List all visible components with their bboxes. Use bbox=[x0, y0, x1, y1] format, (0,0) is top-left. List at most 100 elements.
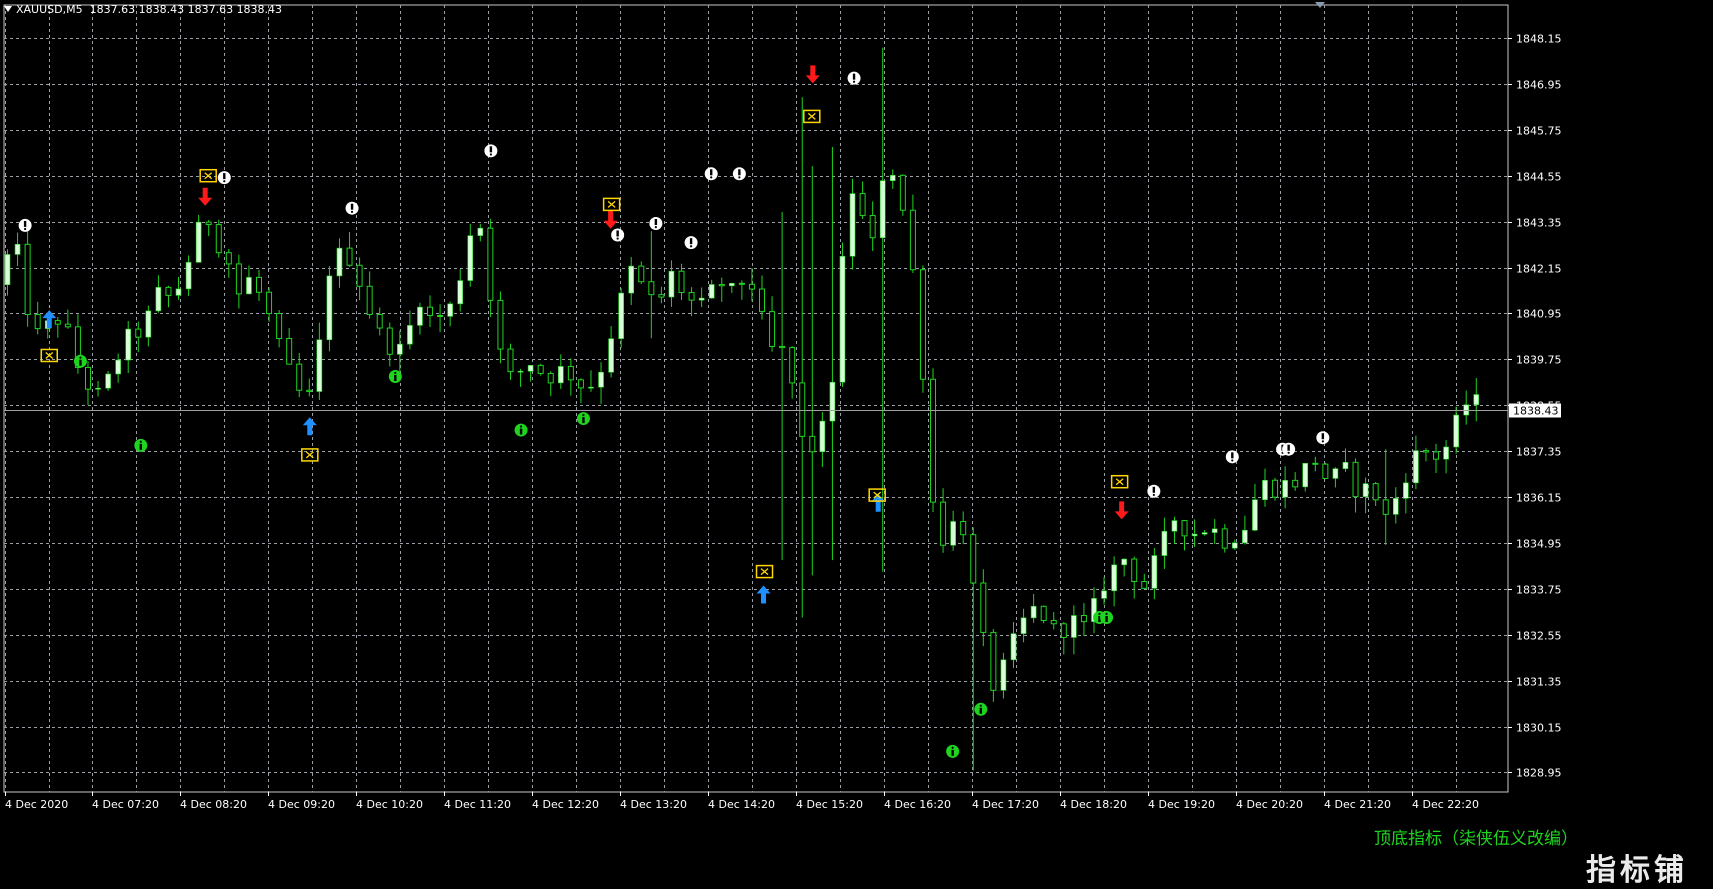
signal-markers bbox=[18, 65, 1330, 758]
candle-body-bull bbox=[175, 288, 182, 296]
price-tick-label: 1848.15 bbox=[1516, 33, 1562, 46]
time-tick-label: 4 Dec 09:20 bbox=[268, 798, 335, 811]
bottom-marker-icon bbox=[388, 370, 402, 384]
candle-body-bull bbox=[457, 280, 464, 305]
chart-window[interactable]: 1848.15 1846.95 1845.75 1844.55 1843.35 1842.… bbox=[0, 0, 1713, 888]
time-tick-label: 4 Dec 11:20 bbox=[444, 798, 511, 811]
signal-box-icon bbox=[199, 168, 217, 183]
candle-body-bull bbox=[467, 235, 474, 281]
price-tick-label: 1831.35 bbox=[1516, 676, 1562, 689]
chart-title: XAUUSD,M5 1837.63 1838.43 1837.63 1838.4… bbox=[4, 2, 282, 18]
candle-body-bear bbox=[960, 520, 967, 536]
bottom-marker-icon bbox=[134, 438, 148, 452]
candle-body-bull bbox=[588, 386, 594, 389]
price-tick-label: 1843.35 bbox=[1516, 217, 1562, 230]
price-tick-label: 1840.95 bbox=[1516, 308, 1562, 321]
candle-body-bull bbox=[1362, 483, 1369, 497]
bottom-marker-icon bbox=[1100, 610, 1114, 624]
symbol-label: XAUUSD,M5 bbox=[16, 3, 83, 16]
top-marker-icon bbox=[217, 171, 231, 185]
time-tick-label: 4 Dec 2020 bbox=[5, 798, 68, 811]
candle-body-bear bbox=[809, 435, 816, 453]
candle-body-bear bbox=[769, 311, 776, 347]
candle-body-bear bbox=[759, 288, 765, 313]
candle-body-bull bbox=[95, 387, 101, 390]
signal-box-icon bbox=[1110, 474, 1129, 489]
signal-box-icon bbox=[755, 564, 774, 579]
candle-body-bull bbox=[618, 292, 624, 339]
candle-body-bear bbox=[799, 382, 806, 437]
candle-body-bear bbox=[899, 174, 906, 211]
bottom-marker-icon bbox=[576, 412, 590, 426]
candle-body-bear bbox=[296, 363, 303, 391]
price-tick-label: 1834.95 bbox=[1516, 538, 1562, 551]
candle-body-bear bbox=[386, 327, 393, 355]
top-marker-icon bbox=[1282, 442, 1296, 456]
price-tick-label: 1842.15 bbox=[1516, 263, 1562, 276]
top-marker-icon bbox=[649, 217, 663, 231]
dropdown-triangle-icon[interactable] bbox=[4, 6, 12, 12]
price-chart[interactable]: 1848.15 1846.95 1845.75 1844.55 1843.35 1842.… bbox=[0, 0, 1713, 888]
candle-body-bear bbox=[567, 365, 574, 381]
top-marker-icon bbox=[484, 144, 498, 158]
candle-body-bull bbox=[1282, 480, 1288, 498]
candle-body-bear bbox=[688, 292, 695, 301]
signal-box-icon bbox=[803, 109, 821, 124]
candle-body-bear bbox=[276, 313, 283, 340]
candle-body-bull bbox=[1030, 605, 1037, 619]
indicator-label: 顶底指标（柒侠伍义改编） bbox=[1374, 829, 1578, 849]
candle-body-bear bbox=[165, 286, 172, 296]
candle-body-bull bbox=[557, 366, 564, 384]
candle-body-bear bbox=[437, 314, 444, 317]
candle-body-bull bbox=[1403, 482, 1409, 499]
candle-body-bull bbox=[14, 243, 21, 255]
bottom-marker-icon bbox=[73, 354, 87, 368]
candle-body-bull bbox=[1191, 533, 1198, 537]
candle-body-bear bbox=[738, 282, 745, 285]
candle-body-bull bbox=[1232, 542, 1238, 549]
candles bbox=[4, 47, 1480, 771]
top-marker-icon bbox=[704, 167, 718, 181]
candle-body-bear bbox=[215, 224, 222, 254]
candle-body-bull bbox=[628, 265, 635, 294]
candle-body-bull bbox=[1302, 463, 1309, 488]
candle-body-bull bbox=[1453, 414, 1459, 448]
candle-body-bear bbox=[64, 323, 71, 328]
candle-body-bull bbox=[1171, 520, 1178, 532]
candle-body-bull bbox=[1413, 450, 1419, 484]
candle-body-bull bbox=[4, 254, 11, 286]
price-tick-label: 1833.75 bbox=[1516, 584, 1562, 597]
bottom-marker-icon bbox=[974, 702, 988, 716]
signal-box-icon bbox=[602, 197, 621, 212]
candle-body-bear bbox=[1312, 462, 1319, 465]
candle-body-bull bbox=[1262, 479, 1268, 501]
candle-body-bull bbox=[185, 262, 192, 290]
candle-body-bear bbox=[638, 265, 645, 283]
candle-body-bear bbox=[356, 264, 363, 287]
candle-body-bear bbox=[1372, 483, 1379, 501]
candle-body-bear bbox=[678, 270, 685, 294]
candle-body-bear bbox=[1131, 558, 1138, 583]
plot-frame bbox=[3, 4, 1509, 793]
candle-body-bear bbox=[1322, 463, 1329, 479]
candle-body-bull bbox=[1392, 498, 1399, 515]
candle-body-bear bbox=[135, 328, 142, 338]
candle-body-bear bbox=[718, 283, 725, 287]
candle-body-bear bbox=[1080, 615, 1087, 623]
candle-body-bear bbox=[84, 366, 91, 390]
candle-body-bear bbox=[1422, 450, 1429, 453]
candle-body-bear bbox=[970, 534, 977, 584]
candle-body-bull bbox=[698, 297, 705, 301]
candle-body-bull bbox=[1443, 446, 1449, 460]
candle-body-bear bbox=[34, 314, 41, 330]
candle-body-bear bbox=[980, 582, 987, 633]
top-marker-icon bbox=[1225, 450, 1239, 464]
sell-arrow-icon bbox=[1114, 501, 1129, 520]
current-price-label: 1838.43 bbox=[1513, 405, 1559, 418]
candle-body-bear bbox=[1050, 619, 1057, 625]
candle-body-bull bbox=[829, 381, 836, 422]
candle-body-bull bbox=[447, 303, 453, 317]
candle-body-bull bbox=[115, 359, 121, 375]
candle-body-bear bbox=[990, 631, 997, 691]
top-marker-icon bbox=[1316, 431, 1330, 445]
